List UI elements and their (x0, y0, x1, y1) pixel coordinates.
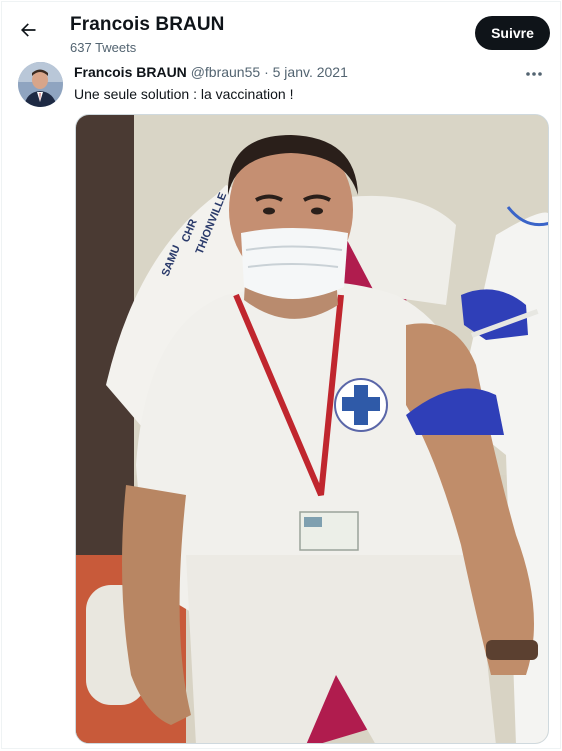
tweet-date[interactable]: 5 janv. 2021 (273, 64, 348, 80)
profile-name: Francois BRAUN (70, 14, 225, 35)
tweet-count: 637 Tweets (70, 40, 137, 55)
tweet-detail-panel: Francois BRAUN 637 Tweets Suivre Francoi… (1, 1, 561, 749)
tweet-handle[interactable]: @fbraun55 (191, 64, 260, 80)
more-options-button[interactable] (522, 63, 546, 83)
arrow-left-icon (18, 20, 38, 46)
tweet-author-line: Francois BRAUN @fbraun55 · 5 janv. 2021 (74, 64, 348, 80)
follow-button[interactable]: Suivre (475, 16, 550, 50)
back-button[interactable] (12, 19, 44, 47)
tweet-author-name[interactable]: Francois BRAUN (74, 64, 187, 80)
tweet-text: Une seule solution : la vaccination ! (74, 86, 294, 102)
avatar[interactable] (18, 62, 63, 107)
separator-dot: · (264, 64, 269, 80)
more-horizontal-icon (525, 64, 543, 82)
profile-header: Francois BRAUN 637 Tweets Suivre (2, 2, 562, 60)
tweet-photo[interactable]: CHR THIONVILLE SAMU (75, 114, 549, 744)
